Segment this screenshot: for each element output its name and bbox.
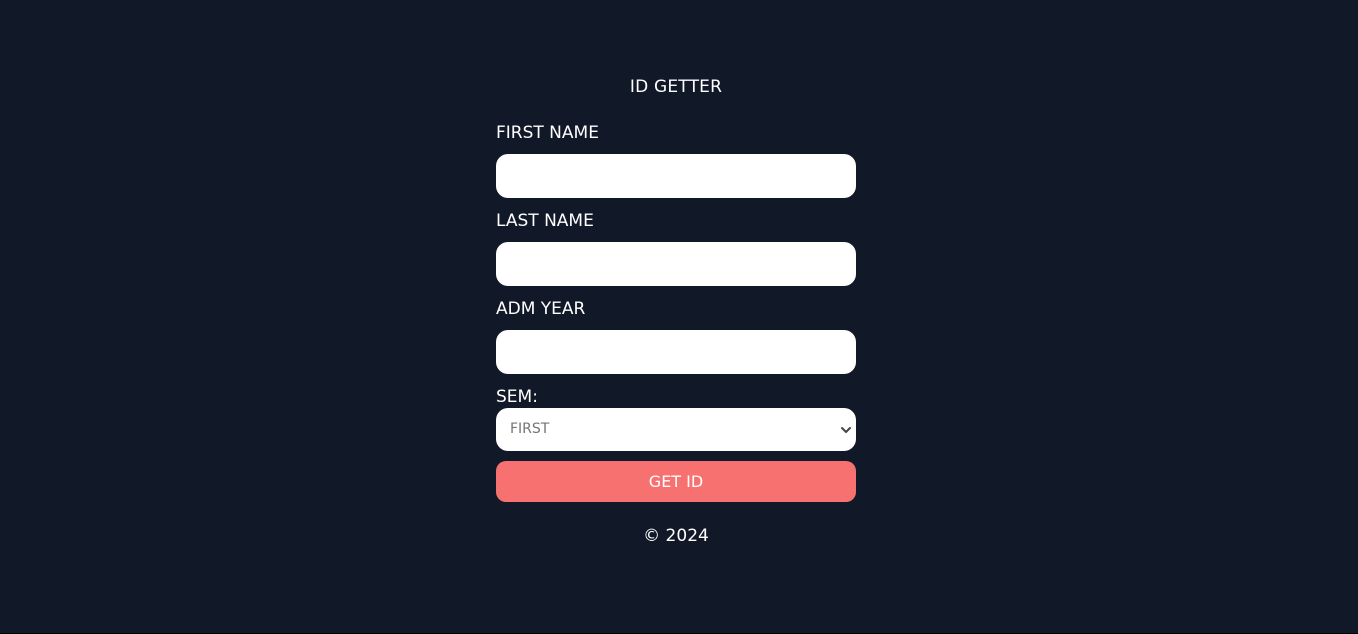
last-name-label: LAST NAME: [496, 211, 594, 231]
footer-copyright: © 2024: [643, 526, 709, 546]
first-name-input[interactable]: [496, 154, 856, 198]
sem-label: SEM:: [496, 387, 538, 407]
get-id-button[interactable]: GET ID: [496, 461, 856, 502]
page: ID GETTER FIRST NAME LAST NAME ADM YEAR …: [0, 0, 1358, 634]
sem-select[interactable]: FIRST: [496, 408, 856, 451]
adm-year-label: ADM YEAR: [496, 299, 586, 319]
adm-year-input[interactable]: [496, 330, 856, 374]
chevron-down-icon: [840, 422, 852, 436]
page-title: ID GETTER: [629, 77, 723, 97]
last-name-input[interactable]: [496, 242, 856, 286]
first-name-label: FIRST NAME: [496, 123, 599, 143]
sem-selected-value: FIRST: [510, 421, 550, 437]
